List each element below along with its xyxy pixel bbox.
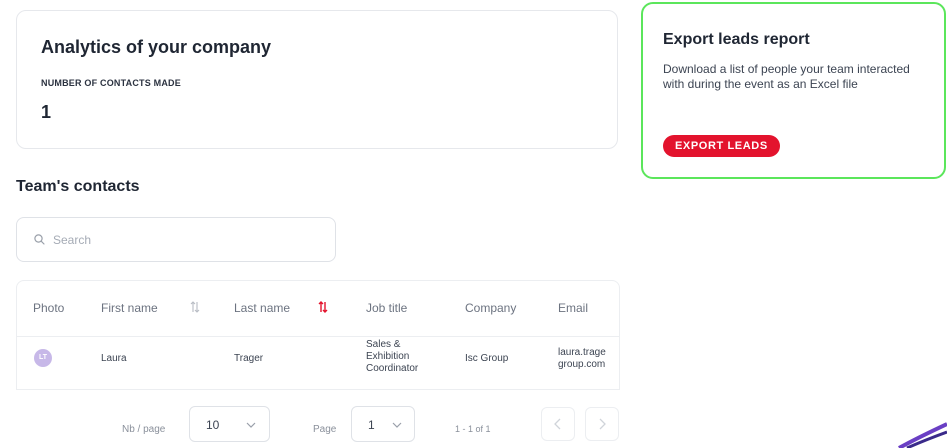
column-header-company: Company bbox=[465, 301, 517, 315]
page-range: 1 - 1 of 1 bbox=[455, 424, 491, 434]
sort-icon[interactable] bbox=[190, 300, 200, 314]
column-header-first-name[interactable]: First name bbox=[101, 301, 158, 315]
cell-last-name: Trager bbox=[234, 353, 264, 364]
cell-job-title: Sales & Exhibition Coordinator bbox=[366, 339, 419, 374]
chevron-right-icon bbox=[599, 418, 606, 430]
column-header-last-name[interactable]: Last name bbox=[234, 301, 290, 315]
page-label: Page bbox=[313, 424, 337, 435]
contacts-made-label: NUMBER OF CONTACTS MADE bbox=[41, 78, 181, 88]
contacts-table: Photo First name Last name Job title Com… bbox=[16, 280, 620, 390]
chevron-down-icon bbox=[246, 422, 256, 428]
cell-email: laura.trage group.com bbox=[558, 347, 606, 370]
analytics-title: Analytics of your company bbox=[41, 37, 272, 57]
cell-first-name: Laura bbox=[101, 353, 127, 364]
per-page-label: Nb / page bbox=[122, 424, 166, 435]
page-value: 1 bbox=[368, 418, 375, 432]
page-select[interactable]: 1 bbox=[351, 406, 415, 442]
cell-company: Isc Group bbox=[465, 353, 509, 364]
sort-active-icon[interactable] bbox=[318, 300, 328, 314]
chevron-down-icon bbox=[392, 422, 402, 428]
decorative-swoosh bbox=[898, 422, 947, 448]
export-leads-card: Export leads report Download a list of p… bbox=[641, 2, 946, 179]
per-page-value: 10 bbox=[206, 418, 220, 432]
export-leads-button[interactable]: EXPORT LEADS bbox=[663, 135, 780, 157]
export-description: Download a list of people your team inte… bbox=[663, 62, 910, 91]
contacts-made-value: 1 bbox=[41, 102, 52, 122]
column-header-email: Email bbox=[558, 301, 589, 315]
column-header-photo: Photo bbox=[33, 301, 65, 315]
search-box[interactable] bbox=[16, 217, 336, 262]
next-page-button[interactable] bbox=[585, 407, 619, 441]
avatar: LT bbox=[34, 349, 52, 367]
per-page-select[interactable]: 10 bbox=[189, 406, 270, 442]
contacts-title: Team's contacts bbox=[16, 178, 140, 195]
previous-page-button[interactable] bbox=[541, 407, 575, 441]
row-divider bbox=[17, 336, 619, 337]
chevron-left-icon bbox=[554, 418, 561, 430]
column-header-job-title: Job title bbox=[366, 301, 408, 315]
analytics-card: Analytics of your company NUMBER OF CONT… bbox=[16, 10, 618, 149]
export-title: Export leads report bbox=[663, 31, 810, 48]
search-icon bbox=[34, 234, 45, 245]
search-input[interactable] bbox=[53, 230, 323, 250]
